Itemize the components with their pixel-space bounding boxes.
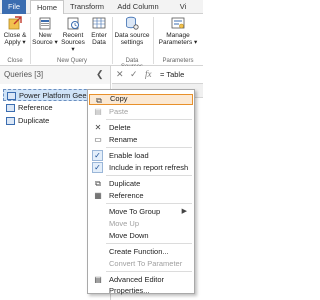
menu-item-label: Move To Group — [109, 207, 161, 216]
menu-item-convert-to-parameter[interactable]: Convert To Parameter — [89, 258, 193, 269]
recent-sources-label-2: Sources ▾ — [61, 39, 85, 53]
confirm-formula-icon[interactable]: ✓ — [130, 69, 138, 80]
divider — [153, 17, 154, 64]
query-item-label: Power Platform Geeks — [19, 91, 95, 100]
group-close: Close — [7, 58, 23, 64]
query-context-menu: ⧉ Copy ▤ Paste ✕ Delete ▭ Rename ✓ Enabl… — [87, 89, 195, 296]
checkmark-icon: ✓ — [92, 162, 103, 173]
menu-item-include-in-report-refresh[interactable]: ✓ Include in report refresh — [89, 162, 193, 173]
recent-sources-label-1: Recent — [62, 32, 84, 39]
new-source-label-1: New — [38, 32, 52, 39]
cancel-formula-icon[interactable]: ✕ — [116, 69, 124, 80]
menu-item-label: Create Function... — [109, 247, 169, 256]
manage-parameters-button[interactable]: Manage Parameters ▾ — [156, 16, 200, 46]
reference-icon: ▦ — [94, 191, 102, 200]
menu-item-label: Enable load — [109, 151, 149, 160]
queries-pane-title: Queries [3] — [4, 70, 44, 79]
divider — [112, 17, 113, 64]
menu-item-label: Properties... — [109, 286, 150, 295]
menu-item-duplicate[interactable]: ⧉ Duplicate — [89, 178, 193, 189]
menu-item-move-down[interactable]: Move Down — [89, 230, 193, 241]
menu-item-rename[interactable]: ▭ Rename — [89, 134, 193, 145]
menu-item-label: Move Up — [109, 219, 140, 228]
manage-parameters-label-1: Manage — [166, 32, 190, 39]
table-icon — [7, 92, 16, 100]
menu-item-enable-load[interactable]: ✓ Enable load — [89, 150, 193, 161]
data-source-settings-icon — [126, 16, 139, 30]
query-item-label: Reference — [18, 103, 53, 112]
tab-view[interactable]: Vi — [168, 0, 198, 14]
duplicate-icon: ⧉ — [95, 179, 101, 188]
menu-item-move-up[interactable]: Move Up — [89, 218, 193, 229]
tab-home[interactable]: Home — [30, 0, 64, 15]
new-source-label-2: Source ▾ — [32, 39, 58, 46]
menu-item-delete[interactable]: ✕ Delete — [89, 122, 193, 133]
menu-item-label: Copy — [110, 94, 128, 103]
close-apply-icon — [8, 16, 22, 30]
close-apply-label-2: Apply ▾ — [4, 39, 26, 46]
group-new-query: New Query — [56, 58, 87, 64]
menu-item-label: Delete — [109, 123, 131, 132]
tab-add-column[interactable]: Add Column — [112, 0, 164, 14]
menu-divider — [106, 243, 192, 244]
menu-divider — [106, 203, 192, 204]
collapse-pane-icon[interactable]: ❮ — [96, 69, 104, 80]
paste-icon: ▤ — [94, 107, 102, 116]
query-item-label: Duplicate — [18, 116, 50, 125]
menu-divider — [106, 271, 192, 272]
menu-item-label: Duplicate — [109, 179, 141, 188]
menu-item-label: Convert To Parameter — [109, 259, 183, 268]
enter-data-label-1: Enter — [91, 32, 107, 39]
data-source-settings-label-2: settings — [120, 39, 144, 46]
table-icon — [6, 104, 15, 112]
recent-sources-icon — [67, 17, 79, 30]
manage-parameters-label-2: Parameters ▾ — [158, 39, 198, 46]
tab-file[interactable]: File — [2, 0, 26, 14]
enter-data-icon — [92, 17, 106, 29]
formula-input[interactable]: = Table — [160, 70, 184, 79]
divider — [30, 17, 31, 64]
menu-item-move-to-group[interactable]: Move To Group ▶ — [89, 206, 193, 217]
rename-icon: ▭ — [94, 135, 102, 144]
formula-bar: ✕ ✓ fx = Table — [112, 66, 203, 84]
menu-item-paste[interactable]: ▤ Paste — [89, 106, 193, 117]
menu-item-label: Rename — [109, 135, 138, 144]
recent-sources-button[interactable]: Recent Sources ▾ — [59, 16, 87, 53]
menu-item-create-function[interactable]: Create Function... — [89, 246, 193, 257]
manage-parameters-icon — [171, 17, 185, 29]
group-parameters: Parameters — [162, 58, 194, 64]
menu-item-reference[interactable]: ▦ Reference — [89, 190, 193, 201]
menu-divider — [106, 119, 192, 120]
fx-icon[interactable]: fx — [145, 69, 152, 79]
ribbon: Close & Apply ▾ Close New Source ▾ Recen… — [0, 14, 203, 70]
submenu-arrow-icon: ▶ — [181, 208, 187, 215]
new-source-icon — [39, 17, 51, 30]
enter-data-label-2: Data — [92, 39, 106, 46]
menu-item-label: Advanced Editor — [109, 275, 165, 284]
delete-icon: ✕ — [94, 123, 102, 132]
menu-item-label: Paste — [109, 107, 129, 116]
close-apply-button[interactable]: Close & Apply ▾ — [2, 16, 28, 46]
menu-divider — [106, 175, 192, 176]
menu-item-label: Reference — [109, 191, 144, 200]
menu-item-copy[interactable]: ⧉ Copy — [89, 94, 193, 105]
data-source-settings-label-1: Data source — [114, 32, 150, 39]
table-icon — [6, 117, 15, 125]
menu-item-advanced-editor[interactable]: ▤ Advanced Editor — [89, 274, 193, 285]
new-source-button[interactable]: New Source ▾ — [32, 16, 58, 46]
queries-pane-header: Queries [3] ❮ — [0, 66, 111, 84]
menu-item-properties[interactable]: Properties... — [89, 285, 193, 296]
menu-item-label: Include in report refresh — [109, 163, 189, 172]
advanced-editor-icon: ▤ — [94, 275, 102, 284]
data-source-settings-button[interactable]: Data source settings — [114, 16, 150, 46]
copy-icon: ⧉ — [96, 96, 102, 105]
menu-item-label: Move Down — [109, 231, 149, 240]
tab-transform[interactable]: Transform — [66, 0, 108, 14]
menu-divider — [106, 147, 192, 148]
close-apply-label-1: Close & — [3, 32, 27, 39]
ribbon-tab-bar: File Home Transform Add Column Vi — [0, 0, 203, 15]
enter-data-button[interactable]: Enter Data — [88, 16, 110, 46]
checkmark-icon: ✓ — [92, 150, 103, 161]
